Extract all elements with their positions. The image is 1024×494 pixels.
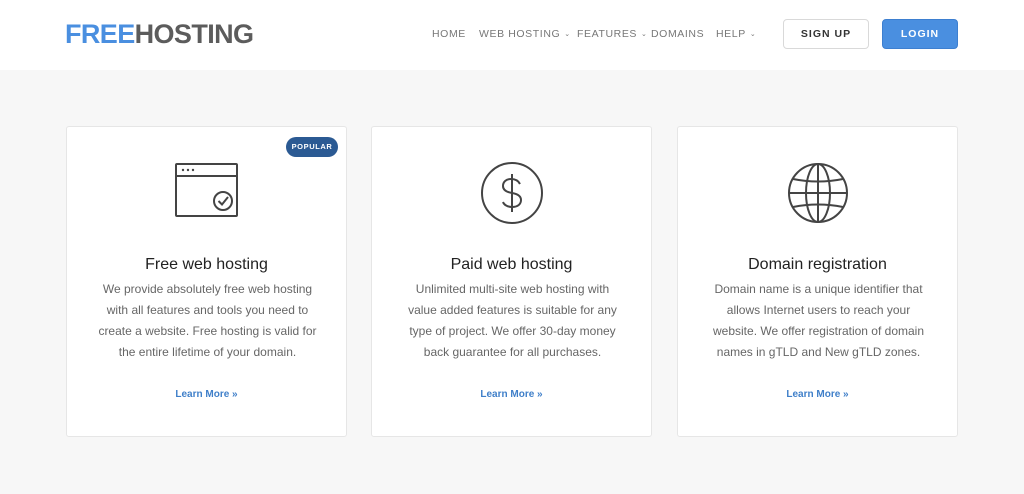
- globe-icon: [786, 161, 850, 225]
- popular-badge: POPULAR: [286, 137, 338, 157]
- sign-up-button[interactable]: SIGN UP: [783, 19, 869, 49]
- chevron-down-icon: ⌄: [564, 31, 571, 38]
- nav-features-label: FEATURES: [577, 28, 638, 40]
- card-title: Free web hosting: [145, 256, 268, 273]
- card-domain-registration: Domain registration Domain name is a uni…: [677, 126, 958, 437]
- nav-web-hosting-label: WEB HOSTING: [479, 28, 561, 40]
- logo-hosting: HOSTING: [134, 19, 254, 49]
- site-header: FREEHOSTING HOME WEB HOSTING ⌄ FEATURES ⌄ …: [0, 0, 1024, 70]
- card-title: Domain registration: [748, 256, 887, 273]
- chevron-down-icon: ⌄: [749, 31, 757, 38]
- logo-free: FREE: [65, 19, 135, 49]
- card-free-web-hosting: POPULAR Free web hosting We provide abso…: [66, 126, 347, 437]
- nav-home[interactable]: HOME: [432, 27, 466, 41]
- nav-domains-label: DOMAINS: [651, 28, 705, 40]
- nav-help-label: HELP: [716, 28, 746, 40]
- card-title: Paid web hosting: [450, 256, 573, 273]
- login-button[interactable]: LOGIN: [882, 19, 958, 49]
- nav-features[interactable]: FEATURES ⌄: [577, 27, 648, 41]
- nav-domains[interactable]: DOMAINS: [651, 27, 704, 41]
- site-logo[interactable]: FREEHOSTING: [65, 19, 254, 49]
- learn-more-link[interactable]: Learn More »: [67, 388, 346, 402]
- learn-more-link[interactable]: Learn More »: [678, 388, 957, 402]
- nav-help[interactable]: HELP ⌄: [716, 27, 756, 41]
- card-paid-web-hosting: Paid web hosting Unlimited multi-site we…: [371, 126, 652, 437]
- card-description: Unlimited multi-site web hosting with va…: [408, 282, 617, 359]
- learn-more-link[interactable]: Learn More »: [372, 388, 651, 402]
- card-description: We provide absolutely free web hosting w…: [98, 282, 317, 359]
- nav-home-label: HOME: [432, 28, 466, 40]
- nav-web-hosting[interactable]: WEB HOSTING ⌄: [479, 27, 571, 41]
- chevron-down-icon: ⌄: [641, 31, 648, 38]
- dollar-coin-icon: [480, 161, 544, 225]
- card-description: Domain name is a unique identifier that …: [713, 282, 924, 359]
- browser-check-icon: [175, 161, 239, 225]
